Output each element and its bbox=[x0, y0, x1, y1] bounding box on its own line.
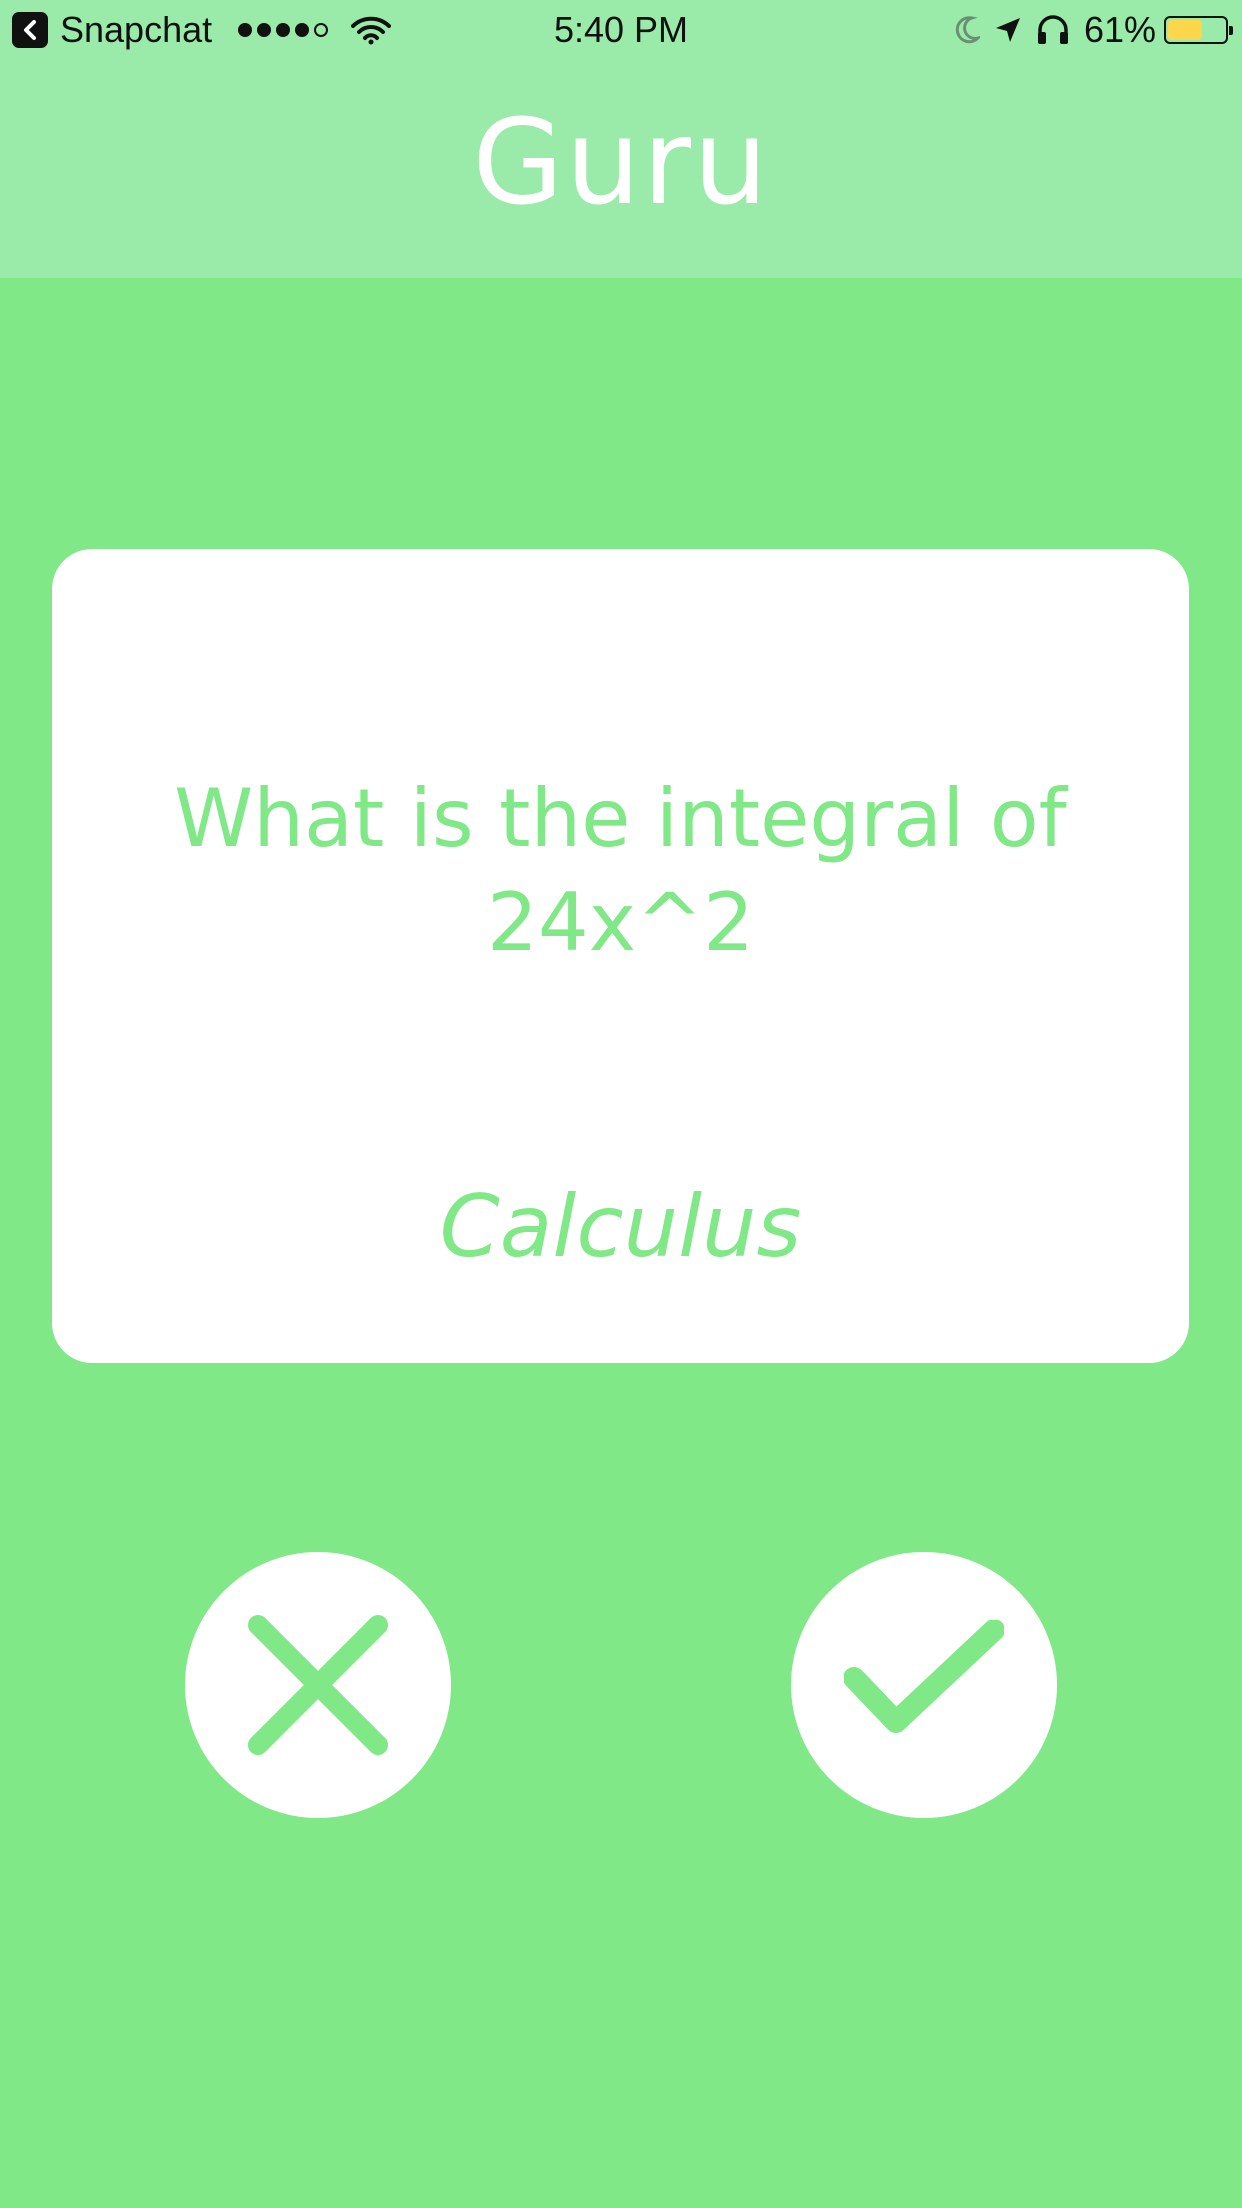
status-bar-right: 61% bbox=[940, 8, 1233, 52]
status-bar: Snapchat 5:40 PM 61% bbox=[0, 0, 1242, 60]
x-icon bbox=[248, 1615, 388, 1755]
battery-percent: 61% bbox=[1083, 9, 1156, 50]
checkmark-icon bbox=[844, 1620, 1004, 1733]
location-arrow-icon bbox=[995, 18, 1020, 42]
reject-button[interactable] bbox=[185, 1552, 451, 1818]
battery-icon bbox=[1164, 16, 1233, 44]
battery-fill bbox=[1168, 20, 1203, 40]
app-header: Snapchat 5:40 PM 61% Guru bbox=[0, 0, 1242, 278]
question-card[interactable]: What is the integral of 24x^2 Calculus bbox=[52, 549, 1189, 1363]
headphones-icon bbox=[1037, 15, 1068, 44]
app-title: Guru bbox=[472, 93, 770, 231]
question-text: What is the integral of 24x^2 bbox=[174, 772, 1067, 969]
moon-icon bbox=[955, 16, 980, 44]
category-label: Calculus bbox=[439, 1177, 802, 1277]
accept-button[interactable] bbox=[791, 1552, 1057, 1818]
